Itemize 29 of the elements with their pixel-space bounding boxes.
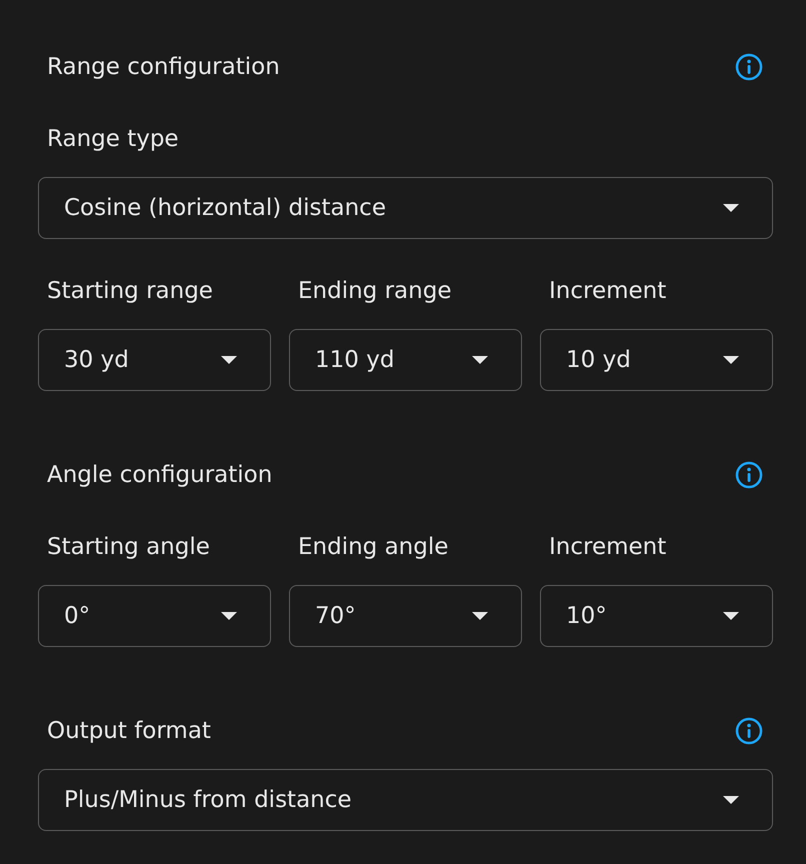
field-label: Starting angle	[46, 533, 211, 562]
field-label: Increment	[548, 277, 668, 306]
section-title: Output format	[46, 717, 211, 746]
dropdown[interactable]: 0°	[38, 585, 271, 647]
caret-icon	[723, 796, 739, 804]
dropdown[interactable]: 10 yd	[540, 329, 773, 391]
caret-icon	[723, 612, 739, 620]
dropdown[interactable]: 30 yd	[38, 329, 271, 391]
caret-icon	[723, 356, 739, 364]
field-label: Starting range	[46, 277, 214, 306]
caret-icon	[472, 356, 488, 364]
dropdown[interactable]: Plus/Minus from distance	[38, 769, 773, 831]
caret-icon	[472, 612, 488, 620]
field-label: Range type	[46, 125, 180, 154]
info-icon[interactable]	[735, 461, 763, 489]
caret-icon	[723, 204, 739, 212]
section-title: Angle configuration	[46, 461, 272, 490]
caret-icon	[221, 356, 237, 364]
dropdown[interactable]: 10°	[540, 585, 773, 647]
dropdown[interactable]: 110 yd	[289, 329, 522, 391]
field-label: Increment	[548, 533, 668, 562]
field-label: Ending angle	[297, 533, 450, 562]
caret-icon	[221, 612, 237, 620]
section-title: Range configuration	[46, 53, 280, 82]
dropdown[interactable]: 70°	[289, 585, 522, 647]
dropdown[interactable]: Cosine (horizontal) distance	[38, 177, 773, 239]
info-icon[interactable]	[735, 717, 763, 745]
field-label: Ending range	[297, 277, 452, 306]
info-icon[interactable]	[735, 53, 763, 81]
